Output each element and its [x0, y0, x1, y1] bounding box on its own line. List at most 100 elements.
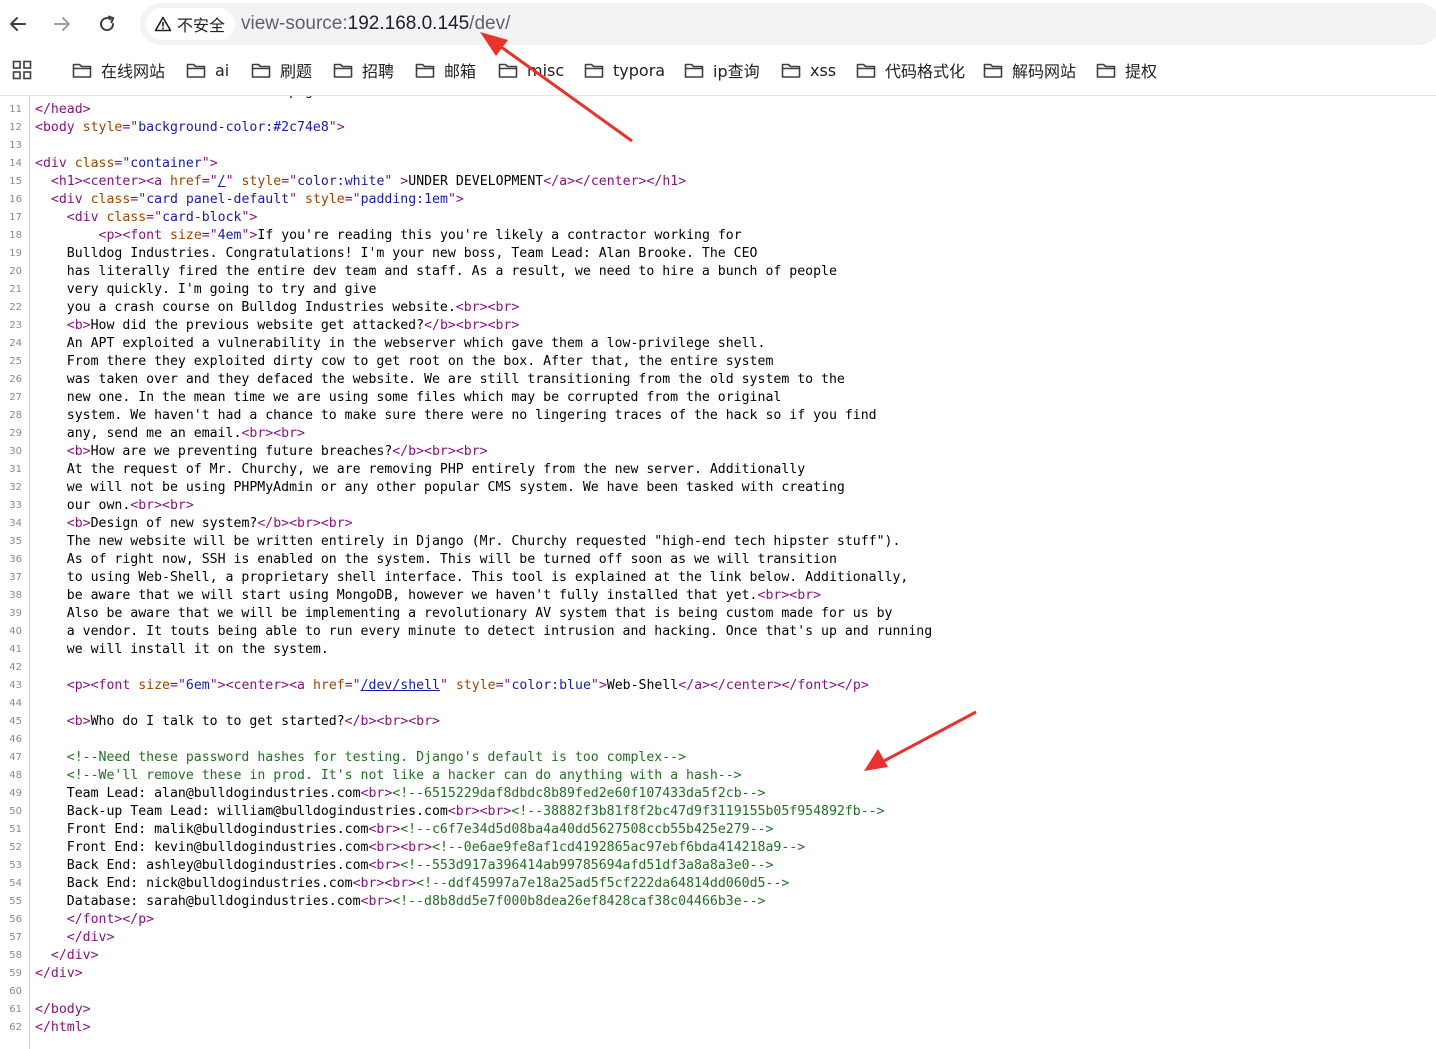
html-tag: <p><font: [66, 678, 139, 693]
line-code: <link href="/static/favicon.png" rel="ic…: [35, 96, 416, 101]
bookmark-label: misc: [527, 60, 565, 80]
text-content: How are we preventing future breaches?: [90, 444, 393, 459]
text-content: has literally fired the entire dev team …: [35, 264, 837, 279]
line-number: 21: [9, 284, 22, 295]
source-line: 26 was taken over and they defaced the w…: [0, 371, 1436, 389]
html-tag: =": [170, 678, 186, 693]
bookmark-label: typora: [613, 60, 666, 80]
line-code: <b>Design of new system?</b><br><br>: [35, 515, 353, 533]
source-line: 19 Bulldog Industries. Congratulations! …: [0, 245, 1436, 263]
folder-icon: [781, 63, 801, 78]
line-number: 12: [9, 122, 22, 133]
source-line: 31 At the request of Mr. Churchy, we are…: [0, 461, 1436, 479]
line-number: 41: [9, 644, 22, 655]
html-comment: <!--38882f3b81f8f2bc47d9f3119155b05f9548…: [511, 804, 885, 819]
html-tag: </font></p>: [66, 912, 155, 927]
bookmark-item[interactable]: 在线网站: [72, 52, 165, 88]
url-text[interactable]: view-source:192.168.0.145/dev/: [241, 3, 510, 45]
bookmark-item[interactable]: 提权: [1096, 52, 1157, 88]
source-line: 47 <!--Need these password hashes for te…: [0, 749, 1436, 767]
text-content: Front End: kevin@bulldogindustries.com: [35, 840, 369, 855]
bookmark-item[interactable]: 代码格式化: [856, 52, 965, 88]
html-tag: <br><br>: [368, 840, 432, 855]
source-line: 12 <body style="background-color:#2c74e8"…: [0, 119, 1436, 137]
line-code: </div>: [35, 965, 83, 983]
html-tag: <br>: [368, 858, 401, 873]
address-bar[interactable]: 不安全 view-source:192.168.0.145/dev/: [140, 3, 1436, 45]
html-tag: </a></center></font></p>: [678, 678, 869, 693]
html-tag: ">: [201, 156, 218, 171]
line-number: 27: [9, 392, 22, 403]
text-content: was taken over and they defaced the webs…: [35, 372, 845, 387]
bookmark-item[interactable]: xss: [781, 52, 836, 88]
bookmark-item[interactable]: 邮箱: [415, 52, 476, 88]
html-comment: <!--c6f7e34d5d08ba4a40dd5627508ccb55b425…: [400, 822, 774, 837]
line-number: 25: [9, 356, 22, 367]
source-link[interactable]: /dev/shell: [361, 678, 440, 693]
bookmark-item[interactable]: 解码网站: [983, 52, 1076, 88]
bookmark-item[interactable]: 刷题: [251, 52, 312, 88]
attribute-name: style: [305, 192, 345, 207]
line-code: An APT exploited a vulnerability in the …: [35, 335, 766, 353]
line-number: 36: [9, 554, 22, 565]
forward-button[interactable]: [46, 8, 78, 40]
line-code: we will install it on the system.: [35, 641, 329, 659]
apps-grid-icon[interactable]: [12, 60, 32, 80]
line-code: <h1><center><a href="/" style="color:whi…: [35, 173, 686, 191]
text-content: any, send me an email.: [35, 426, 242, 441]
source-line: 44: [0, 695, 1436, 713]
back-button[interactable]: [2, 8, 34, 40]
line-number: 33: [9, 500, 22, 511]
source-line: 40 a vendor. It touts being able to run …: [0, 623, 1436, 641]
security-chip[interactable]: 不安全: [146, 8, 236, 40]
source-line: 41 we will install it on the system.: [0, 641, 1436, 659]
url-path: /dev/: [469, 13, 511, 34]
bookmark-item[interactable]: ai: [186, 52, 229, 88]
html-comment: <!--ddf45997a7e18a25ad5f5cf222da64814dd0…: [416, 876, 790, 891]
bookmark-label: 提权: [1125, 62, 1158, 81]
source-line: 53 Back End: ashley@bulldogindustries.co…: [0, 857, 1436, 875]
html-comment: <!--553d917a396414ab99785694afd51df3a8a8…: [400, 858, 774, 873]
line-number: 45: [9, 716, 22, 727]
line-code: <p><font size="4em">If you're reading th…: [35, 227, 742, 245]
bookmark-label: 解码网站: [1012, 62, 1077, 81]
url-host: 192.168.0.145: [347, 13, 470, 34]
attribute-name: class: [74, 156, 115, 171]
line-number: 24: [9, 338, 22, 349]
html-tag: <br><br>: [455, 300, 520, 315]
source-line: 49 Team Lead: alan@bulldogindustries.com…: [0, 785, 1436, 803]
text-content: Back End: ashley@bulldogindustries.com: [35, 858, 369, 873]
html-tag: <br><br>: [130, 498, 194, 513]
html-tag: ">: [328, 120, 345, 135]
line-number: 51: [9, 824, 22, 835]
html-tag: " >: [384, 174, 409, 189]
bookmark-item[interactable]: 招聘: [333, 52, 394, 88]
line-number: 11: [9, 104, 22, 115]
source-line: 48 <!--We'll remove these in prod. It's …: [0, 767, 1436, 785]
source-line: 36 As of right now, SSH is enabled on th…: [0, 551, 1436, 569]
text-content: [35, 714, 67, 729]
source-line: 61 </body>: [0, 1001, 1436, 1019]
source-link[interactable]: /: [218, 174, 226, 189]
bookmark-item[interactable]: ip查询: [684, 52, 760, 88]
source-line: 34 <b>Design of new system?</b><br><br>: [0, 515, 1436, 533]
line-number: 26: [9, 374, 22, 385]
text-content: [35, 768, 67, 783]
source-line: 60: [0, 983, 1436, 1001]
line-number: 42: [9, 662, 22, 673]
line-number: 58: [9, 950, 22, 961]
html-tag: <b>: [66, 714, 91, 729]
line-code: you a crash course on Bulldog Industries…: [35, 299, 520, 317]
line-number: 61: [9, 1004, 22, 1015]
reload-button[interactable]: [91, 8, 123, 40]
line-code: As of right now, SSH is enabled on the s…: [35, 551, 837, 569]
bookmark-item[interactable]: misc: [498, 52, 564, 88]
html-comment: <!--Need these password hashes for testi…: [66, 750, 687, 765]
source-line: 43 <p><font size="6em"><center><a href="…: [0, 677, 1436, 695]
attribute-value: card panel-default: [146, 192, 290, 207]
html-tag: </a></center></h1>: [543, 174, 687, 189]
bookmark-item[interactable]: typora: [584, 52, 665, 88]
text-content: Front End: malik@bulldogindustries.com: [35, 822, 369, 837]
html-tag: <br><br>: [241, 426, 305, 441]
line-code: Team Lead: alan@bulldogindustries.com<br…: [35, 785, 766, 803]
